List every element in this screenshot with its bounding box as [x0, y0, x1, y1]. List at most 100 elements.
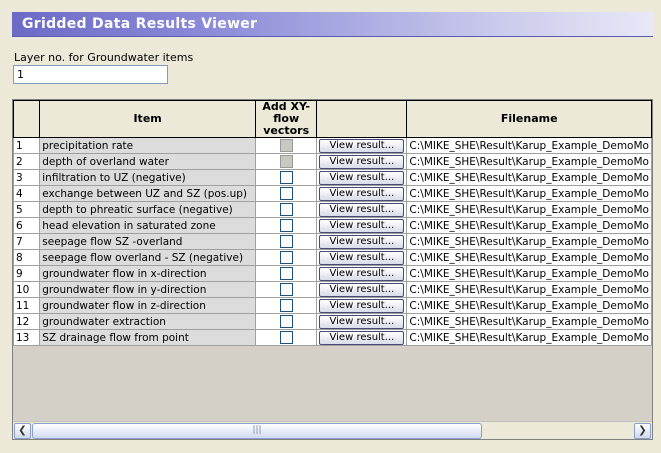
row-item[interactable]: groundwater flow in y-direction	[39, 281, 256, 298]
xy-flow-checkbox[interactable]	[279, 235, 293, 248]
row-filename[interactable]: C:\MIKE_SHE\Result\Karup_Example_DemoMo	[406, 233, 652, 250]
xy-flow-cell	[254, 313, 318, 330]
xy-flow-checkbox[interactable]	[279, 251, 293, 264]
view-result-cell: View result...	[316, 249, 408, 266]
xy-flow-checkbox[interactable]	[279, 299, 293, 312]
results-grid-frame: Item Add XY-flow vectors Filename 1 preci…	[12, 99, 653, 440]
table-row[interactable]: 6 head elevation in saturated zone View re…	[13, 217, 652, 234]
view-result-button[interactable]: View result...	[319, 186, 405, 201]
view-result-button[interactable]: View result...	[319, 170, 405, 185]
row-filename[interactable]: C:\MIKE_SHE\Result\Karup_Example_DemoMo	[406, 329, 652, 346]
xy-flow-checkbox[interactable]	[279, 283, 293, 296]
row-filename[interactable]: C:\MIKE_SHE\Result\Karup_Example_DemoMo	[406, 185, 652, 202]
view-result-button[interactable]: View result...	[319, 234, 405, 249]
view-result-button[interactable]: View result...	[319, 218, 405, 233]
row-item[interactable]: groundwater flow in z-direction	[39, 297, 256, 314]
scroll-right-button[interactable]: ❯	[634, 423, 651, 439]
row-filename[interactable]: C:\MIKE_SHE\Result\Karup_Example_DemoMo	[406, 265, 652, 282]
row-item[interactable]: seepage flow SZ -overland	[39, 233, 256, 250]
header-xy-vectors[interactable]: Add XY-flow vectors	[254, 100, 318, 138]
row-number: 12	[13, 313, 41, 330]
header-filename[interactable]: Filename	[406, 100, 652, 138]
row-item[interactable]: seepage flow overland - SZ (negative)	[39, 249, 256, 266]
xy-flow-cell	[254, 249, 318, 266]
view-result-button[interactable]: View result...	[319, 138, 405, 153]
table-row[interactable]: 7 seepage flow SZ -overland View result...…	[13, 233, 652, 250]
table-row[interactable]: 8 seepage flow overland - SZ (negative) Vi…	[13, 249, 652, 266]
grip-icon: |||	[252, 425, 262, 435]
row-filename[interactable]: C:\MIKE_SHE\Result\Karup_Example_DemoMo	[406, 249, 652, 266]
row-number: 9	[13, 265, 41, 282]
header-button	[316, 100, 408, 138]
table-row[interactable]: 9 groundwater flow in x-direction View res…	[13, 265, 652, 282]
table-row[interactable]: 10 groundwater flow in y-direction View re…	[13, 281, 652, 298]
horizontal-scrollbar[interactable]: ❮ ||| ❯	[13, 421, 652, 439]
row-item[interactable]: exchange between UZ and SZ (pos.up)	[39, 185, 256, 202]
row-filename[interactable]: C:\MIKE_SHE\Result\Karup_Example_DemoMo	[406, 217, 652, 234]
view-result-button[interactable]: View result...	[319, 202, 405, 217]
row-item[interactable]: head elevation in saturated zone	[39, 217, 256, 234]
header-item[interactable]: Item	[39, 100, 256, 138]
table-row[interactable]: 11 groundwater flow in z-direction View re…	[13, 297, 652, 314]
table-row[interactable]: 1 precipitation rate View result... C:\MIKE…	[13, 137, 652, 154]
row-item[interactable]: groundwater extraction	[39, 313, 256, 330]
row-filename[interactable]: C:\MIKE_SHE\Result\Karup_Example_DemoMo	[406, 313, 652, 330]
xy-flow-cell	[254, 217, 318, 234]
xy-flow-checkbox[interactable]	[279, 203, 293, 216]
row-item[interactable]: depth of overland water	[39, 153, 256, 170]
table-row[interactable]: 12 groundwater extraction View result... C:…	[13, 313, 652, 330]
view-result-cell: View result...	[316, 169, 408, 186]
row-filename[interactable]: C:\MIKE_SHE\Result\Karup_Example_DemoMo	[406, 201, 652, 218]
scroll-thumb[interactable]: |||	[32, 423, 482, 439]
table-row[interactable]: 5 depth to phreatic surface (negative) Vie…	[13, 201, 652, 218]
view-result-cell: View result...	[316, 329, 408, 346]
view-result-button[interactable]: View result...	[319, 266, 405, 281]
xy-flow-checkbox[interactable]	[279, 267, 293, 280]
view-result-button[interactable]: View result...	[319, 154, 405, 169]
xy-flow-cell	[254, 233, 318, 250]
row-item[interactable]: precipitation rate	[39, 137, 256, 154]
xy-flow-checkbox[interactable]	[279, 331, 293, 344]
table-row[interactable]: 3 infiltration to UZ (negative) View resul…	[13, 169, 652, 186]
table-row[interactable]: 2 depth of overland water View result... C:…	[13, 153, 652, 170]
xy-flow-cell	[254, 265, 318, 282]
xy-flow-cell	[254, 201, 318, 218]
table-row[interactable]: 4 exchange between UZ and SZ (pos.up) View…	[13, 185, 652, 202]
header-rownum	[13, 100, 41, 138]
row-item[interactable]: SZ drainage flow from point	[39, 329, 256, 346]
view-result-button[interactable]: View result...	[319, 282, 405, 297]
xy-flow-checkbox[interactable]	[279, 187, 293, 200]
xy-flow-checkbox[interactable]	[279, 219, 293, 232]
row-number: 8	[13, 249, 41, 266]
viewer-title: Gridded Data Results Viewer	[22, 16, 258, 32]
row-item[interactable]: groundwater flow in x-direction	[39, 265, 256, 282]
xy-flow-cell	[254, 281, 318, 298]
row-filename[interactable]: C:\MIKE_SHE\Result\Karup_Example_DemoMo	[406, 137, 652, 154]
layer-input[interactable]	[13, 65, 168, 84]
xy-flow-cell	[254, 185, 318, 202]
view-result-cell: View result...	[316, 233, 408, 250]
row-item[interactable]: depth to phreatic surface (negative)	[39, 201, 256, 218]
table-row[interactable]: 13 SZ drainage flow from point View result…	[13, 329, 652, 346]
row-filename[interactable]: C:\MIKE_SHE\Result\Karup_Example_DemoMo	[406, 169, 652, 186]
row-number: 1	[13, 137, 41, 154]
row-filename[interactable]: C:\MIKE_SHE\Result\Karup_Example_DemoMo	[406, 153, 652, 170]
row-number: 2	[13, 153, 41, 170]
view-result-button[interactable]: View result...	[319, 330, 405, 345]
view-result-cell: View result...	[316, 137, 408, 154]
xy-flow-cell	[254, 137, 318, 154]
scroll-left-button[interactable]: ❮	[14, 423, 31, 439]
view-result-button[interactable]: View result...	[319, 250, 405, 265]
row-filename[interactable]: C:\MIKE_SHE\Result\Karup_Example_DemoMo	[406, 297, 652, 314]
row-number: 10	[13, 281, 41, 298]
view-result-button[interactable]: View result...	[319, 314, 405, 329]
view-result-cell: View result...	[316, 217, 408, 234]
xy-flow-checkbox[interactable]	[279, 315, 293, 328]
row-filename[interactable]: C:\MIKE_SHE\Result\Karup_Example_DemoMo	[406, 281, 652, 298]
row-item[interactable]: infiltration to UZ (negative)	[39, 169, 256, 186]
row-number: 13	[13, 329, 41, 346]
xy-flow-checkbox[interactable]	[279, 171, 293, 184]
row-number: 6	[13, 217, 41, 234]
view-result-button[interactable]: View result...	[319, 298, 405, 313]
row-number: 3	[13, 169, 41, 186]
